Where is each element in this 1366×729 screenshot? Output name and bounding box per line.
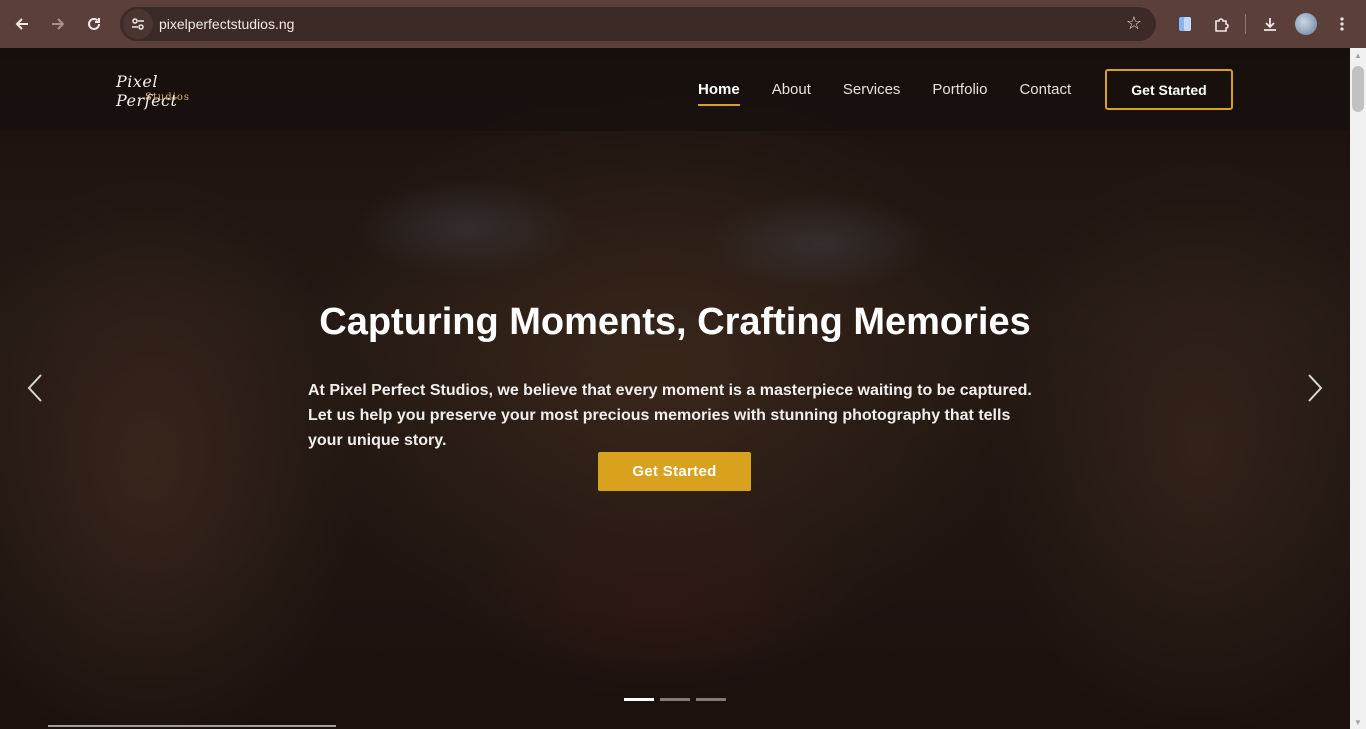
reload-icon — [88, 17, 100, 30]
profile-avatar[interactable] — [1288, 6, 1324, 42]
browser-toolbar: pixelperfectstudios.ng ☆ — [0, 0, 1366, 48]
horizontal-scroll-indicator — [48, 725, 336, 727]
address-bar[interactable]: pixelperfectstudios.ng ☆ — [120, 7, 1156, 41]
reload-button[interactable] — [76, 6, 112, 42]
scroll-up-arrow-icon[interactable]: ▲ — [1350, 48, 1366, 62]
star-icon[interactable]: ☆ — [1126, 13, 1142, 34]
carousel-prev-button[interactable] — [20, 370, 50, 406]
url-text[interactable]: pixelperfectstudios.ng — [159, 16, 294, 32]
reading-list-icon[interactable] — [1167, 6, 1203, 42]
hero-get-started-button[interactable]: Get Started — [598, 452, 751, 491]
scroll-thumb[interactable] — [1352, 66, 1364, 112]
hero-background: Pixel Perfect Studios Home About Service… — [0, 48, 1350, 729]
back-button[interactable] — [4, 6, 40, 42]
chevron-right-icon — [1308, 374, 1323, 402]
download-icon[interactable] — [1252, 6, 1288, 42]
hero-slide: Capturing Moments, Crafting Memories At … — [0, 48, 1350, 729]
toolbar-divider — [1245, 14, 1246, 34]
more-vert-icon[interactable] — [1324, 6, 1360, 42]
puzzle-icon[interactable] — [1203, 6, 1239, 42]
chevron-left-icon — [27, 374, 42, 402]
forward-button[interactable] — [40, 6, 76, 42]
hero-description: At Pixel Perfect Studios, we believe tha… — [308, 382, 1032, 449]
arrow-right-icon — [52, 18, 65, 30]
carousel-indicators — [624, 698, 726, 701]
carousel-next-button[interactable] — [1300, 370, 1330, 406]
carousel-indicator-1[interactable] — [624, 698, 654, 701]
carousel-indicator-2[interactable] — [660, 698, 690, 701]
carousel-indicator-3[interactable] — [696, 698, 726, 701]
avatar — [1295, 13, 1317, 35]
scroll-down-arrow-icon[interactable]: ▼ — [1350, 715, 1366, 729]
tune-icon — [132, 18, 144, 30]
arrow-left-icon — [15, 18, 28, 30]
site-info-button[interactable] — [123, 9, 153, 39]
hero-title: Capturing Moments, Crafting Memories — [319, 301, 1031, 343]
page-scrollbar[interactable]: ▲ ▼ — [1350, 48, 1366, 729]
